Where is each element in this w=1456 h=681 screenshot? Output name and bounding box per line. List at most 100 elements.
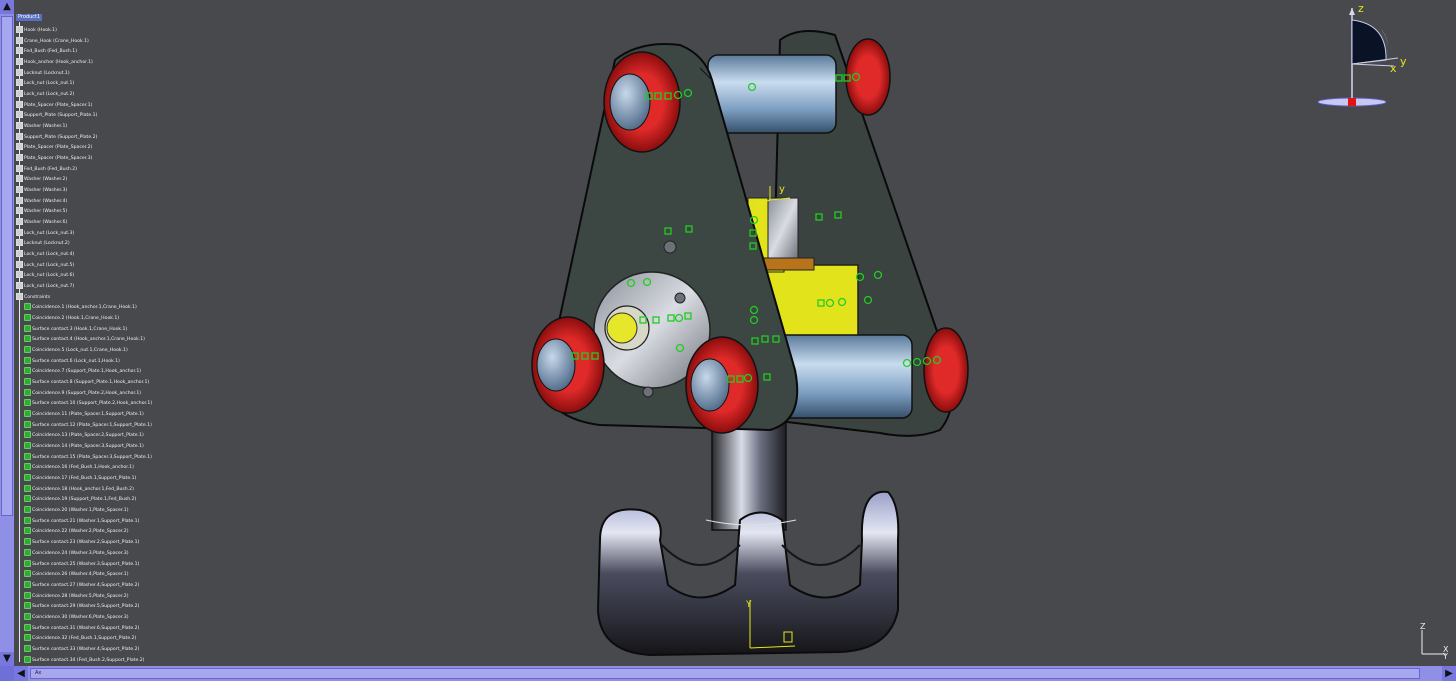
constraint-icon [24,324,31,332]
tree-constraint-item[interactable]: Coincidence.11 (Plate_Spacer.1,Support_P… [24,410,144,420]
tree-constraint-item[interactable]: Coincidence.28 (Washer.5,Plate_Spacer.2) [24,591,129,602]
tree-constraint-item[interactable]: Coincidence.20 (Washer.1,Plate_Spacer.1) [24,506,129,516]
tree-constraint-item[interactable]: Surface contact.10 (Support_Plate.2,Hook… [24,399,152,409]
axis-ref-y-label: Y [1442,652,1448,660]
tree-constraint-item[interactable]: Surface contact.33 (Washer.4,Support_Pla… [24,644,139,655]
tree-item[interactable]: Lock_nut (Lock_nut.4) [16,250,74,260]
hscroll-label: Ax [35,670,42,676]
tree-constraint-item[interactable]: Coincidence.5 (Lock_nut.1,Crane_Hook.1) [24,346,128,356]
constraint-icon [24,559,31,567]
tree-item[interactable]: Lock_nut (Lock_nut.6) [16,271,74,281]
tree-item[interactable]: Washer (Washer.1) [16,122,67,132]
tree-constraint-item[interactable]: Coincidence.18 (Hook_anchor.1,Fed_Bush.2… [24,484,134,495]
constraint-icon [24,548,31,556]
tree-item[interactable]: Plate_Spacer (Plate_Spacer.2) [16,143,92,153]
vertical-scroll-thumb[interactable] [1,16,13,516]
tree-item[interactable]: Hook_anchor (Hook_anchor.1) [16,58,93,68]
3d-viewport[interactable]: y x Y Product1 Hook (Hook.1) Crane_Hook (… [0,0,1456,681]
tree-item[interactable]: Washer (Washer.5) [16,207,67,217]
tree-item-label: Plate_Spacer (Plate_Spacer.1) [24,102,93,108]
tree-item[interactable]: Lock_nut (Lock_nut.2) [16,90,74,100]
tree-item[interactable]: Washer (Washer.4) [16,196,67,207]
tree-constraint-label: Surface contact.31 (Washer.6,Support_Pla… [32,625,140,631]
part-icon [16,164,23,172]
tree-item[interactable]: Support_Plate (Support_Plate.1) [16,111,97,121]
tree-constraint-label: Coincidence.32 (Fed_Bush.1,Support_Plate… [32,636,137,642]
hook-assembly-model[interactable]: y x Y [0,0,1456,681]
tree-item[interactable]: Lock_nut (Lock_nut.1) [16,79,74,89]
tree-item[interactable]: Washer (Washer.2) [16,175,67,185]
scroll-up-arrow-icon[interactable]: ▲ [0,0,14,14]
constraint-icon [24,388,31,396]
tree-constraint-item[interactable]: Surface contact.34 (Fed_Bush.2,Support_P… [24,655,145,664]
tree-constraint-item[interactable]: Coincidence.9 (Support_Plate.2,Hook_anch… [24,388,141,399]
tree-constraint-item[interactable]: Surface contact.31 (Washer.6,Support_Pla… [24,623,140,634]
specification-tree[interactable]: Product1 Hook (Hook.1) Crane_Hook (Crane_… [16,14,186,664]
tree-constraint-item[interactable]: Coincidence.30 (Washer.6,Plate_Spacer.3) [24,612,129,623]
tree-constraint-item[interactable]: Coincidence.22 (Washer.2,Plate_Spacer.2) [24,527,129,537]
tree-item[interactable]: Locknut (Locknut.1) [16,68,70,79]
tree-constraint-label: Surface contact.6 (Lock_nut.1,Hook.1) [32,358,120,364]
tree-constraint-item[interactable]: Coincidence.13 (Plate_Spacer.2,Support_P… [24,431,144,441]
tree-constraint-item[interactable]: Coincidence.2 (Hook.1,Crane_Hook.1) [24,314,119,324]
tree-constraint-label: Surface contact.34 (Fed_Bush.2,Support_P… [32,657,145,663]
tree-item[interactable]: Lock_nut (Lock_nut.3) [16,228,74,239]
tree-constraint-label: Surface contact.12 (Plate_Spacer.1,Suppo… [32,422,152,428]
tree-constraint-item[interactable]: Coincidence.7 (Support_Plate.1,Hook_anch… [24,367,141,377]
tree-item[interactable]: Washer (Washer.6) [16,218,67,228]
tree-constraint-item[interactable]: Surface contact.6 (Lock_nut.1,Hook.1) [24,356,120,367]
tree-constraint-label: Surface contact.3 (Hook.1,Crane_Hook.1) [32,326,128,332]
tree-constraint-label: Coincidence.5 (Lock_nut.1,Crane_Hook.1) [32,348,128,354]
tree-constraint-item[interactable]: Coincidence.26 (Washer.4,Plate_Spacer.1) [24,570,129,580]
part-icon [16,90,23,98]
tree-constraint-label: Surface contact.4 (Hook_anchor.1,Crane_H… [32,337,145,343]
tree-constraint-item[interactable]: Coincidence.17 (Fed_Bush.1,Support_Plate… [24,474,136,484]
tree-item[interactable]: Crane_Hook (Crane_Hook.1) [16,36,89,47]
tree-item[interactable]: Fed_Bush (Fed_Bush.2) [16,164,77,175]
tree-constraint-label: Coincidence.26 (Washer.4,Plate_Spacer.1) [32,572,129,578]
tree-item-label: Washer (Washer.1) [24,124,68,130]
vertical-scrollbar[interactable]: ▲ ▼ [0,0,14,666]
tree-constraint-item[interactable]: Surface contact.8 (Support_Plate.1,Hook_… [24,378,149,388]
compass-icon[interactable]: z x y [1312,2,1422,112]
tree-constraint-item[interactable]: Coincidence.19 (Support_Plate.1,Fed_Bush… [24,495,136,505]
part-icon [16,154,23,162]
tree-constraint-item[interactable]: Surface contact.3 (Hook.1,Crane_Hook.1) [24,324,128,335]
tree-constraints-node[interactable]: Constraints [16,292,50,303]
tree-item[interactable]: Locknut (Locknut.2) [16,239,70,249]
tree-item-label: Locknut (Locknut.1) [24,70,70,76]
constraint-icon [24,484,31,492]
tree-constraint-item[interactable]: Coincidence.1 (Hook_anchor.1,Crane_Hook.… [24,303,137,313]
tree-item-label: Lock_nut (Lock_nut.2) [24,92,75,98]
tree-constraint-item[interactable]: Coincidence.24 (Washer.3,Plate_Spacer.3) [24,548,129,559]
tree-constraint-item[interactable]: Surface contact.12 (Plate_Spacer.1,Suppo… [24,420,152,431]
tree-item[interactable]: Fed_Bush (Fed_Bush.1) [16,47,77,57]
tree-item[interactable]: Lock_nut (Lock_nut.5) [16,260,74,271]
tree-item[interactable]: Support_Plate (Support_Plate.2) [16,132,97,143]
tree-constraint-item[interactable]: Surface contact.27 (Washer.4,Support_Pla… [24,580,139,591]
tree-constraint-item[interactable]: Surface contact.23 (Washer.2,Support_Pla… [24,538,139,548]
tree-constraint-item[interactable]: Coincidence.32 (Fed_Bush.1,Support_Plate… [24,634,136,644]
scroll-right-arrow-icon[interactable]: ▶ [1442,666,1456,681]
tree-constraint-item[interactable]: Surface contact.21 (Washer.1,Support_Pla… [24,516,139,527]
tree-constraint-item[interactable]: Surface contact.25 (Washer.3,Support_Pla… [24,559,139,570]
horizontal-scroll-thumb[interactable]: Ax [30,668,1420,679]
tree-item[interactable]: Plate_Spacer (Plate_Spacer.3) [16,154,92,164]
tree-root-product[interactable]: Product1 [16,14,43,21]
scroll-down-arrow-icon[interactable]: ▼ [0,652,14,666]
tree-item[interactable]: Plate_Spacer (Plate_Spacer.1) [16,100,93,111]
tree-item[interactable]: Lock_nut (Lock_nut.7) [16,282,74,292]
tree-constraint-item[interactable]: Surface contact.29 (Washer.5,Support_Pla… [24,602,139,612]
tree-item[interactable]: Hook (Hook.1) [16,26,57,36]
tree-constraint-item[interactable]: Surface contact.4 (Hook_anchor.1,Crane_H… [24,335,145,345]
part-icon [16,260,23,268]
tree-constraint-label: Surface contact.8 (Support_Plate.1,Hook_… [32,380,150,386]
tree-item[interactable]: Washer (Washer.3) [16,186,67,196]
tree-constraint-item[interactable]: Coincidence.14 (Plate_Spacer.3,Support_P… [24,442,144,452]
constraint-icon [24,346,31,354]
horizontal-scrollbar[interactable]: ◀ Ax ▶ [0,666,1456,681]
tree-constraint-item[interactable]: Surface contact.15 (Plate_Spacer.3,Suppo… [24,452,152,463]
tree-constraint-item[interactable]: Coincidence.16 (Fed_Bush.1,Hook_anchor.1… [24,463,134,473]
scroll-left-arrow-icon[interactable]: ◀ [14,666,28,681]
tree-constraint-label: Coincidence.2 (Hook.1,Crane_Hook.1) [32,316,120,322]
